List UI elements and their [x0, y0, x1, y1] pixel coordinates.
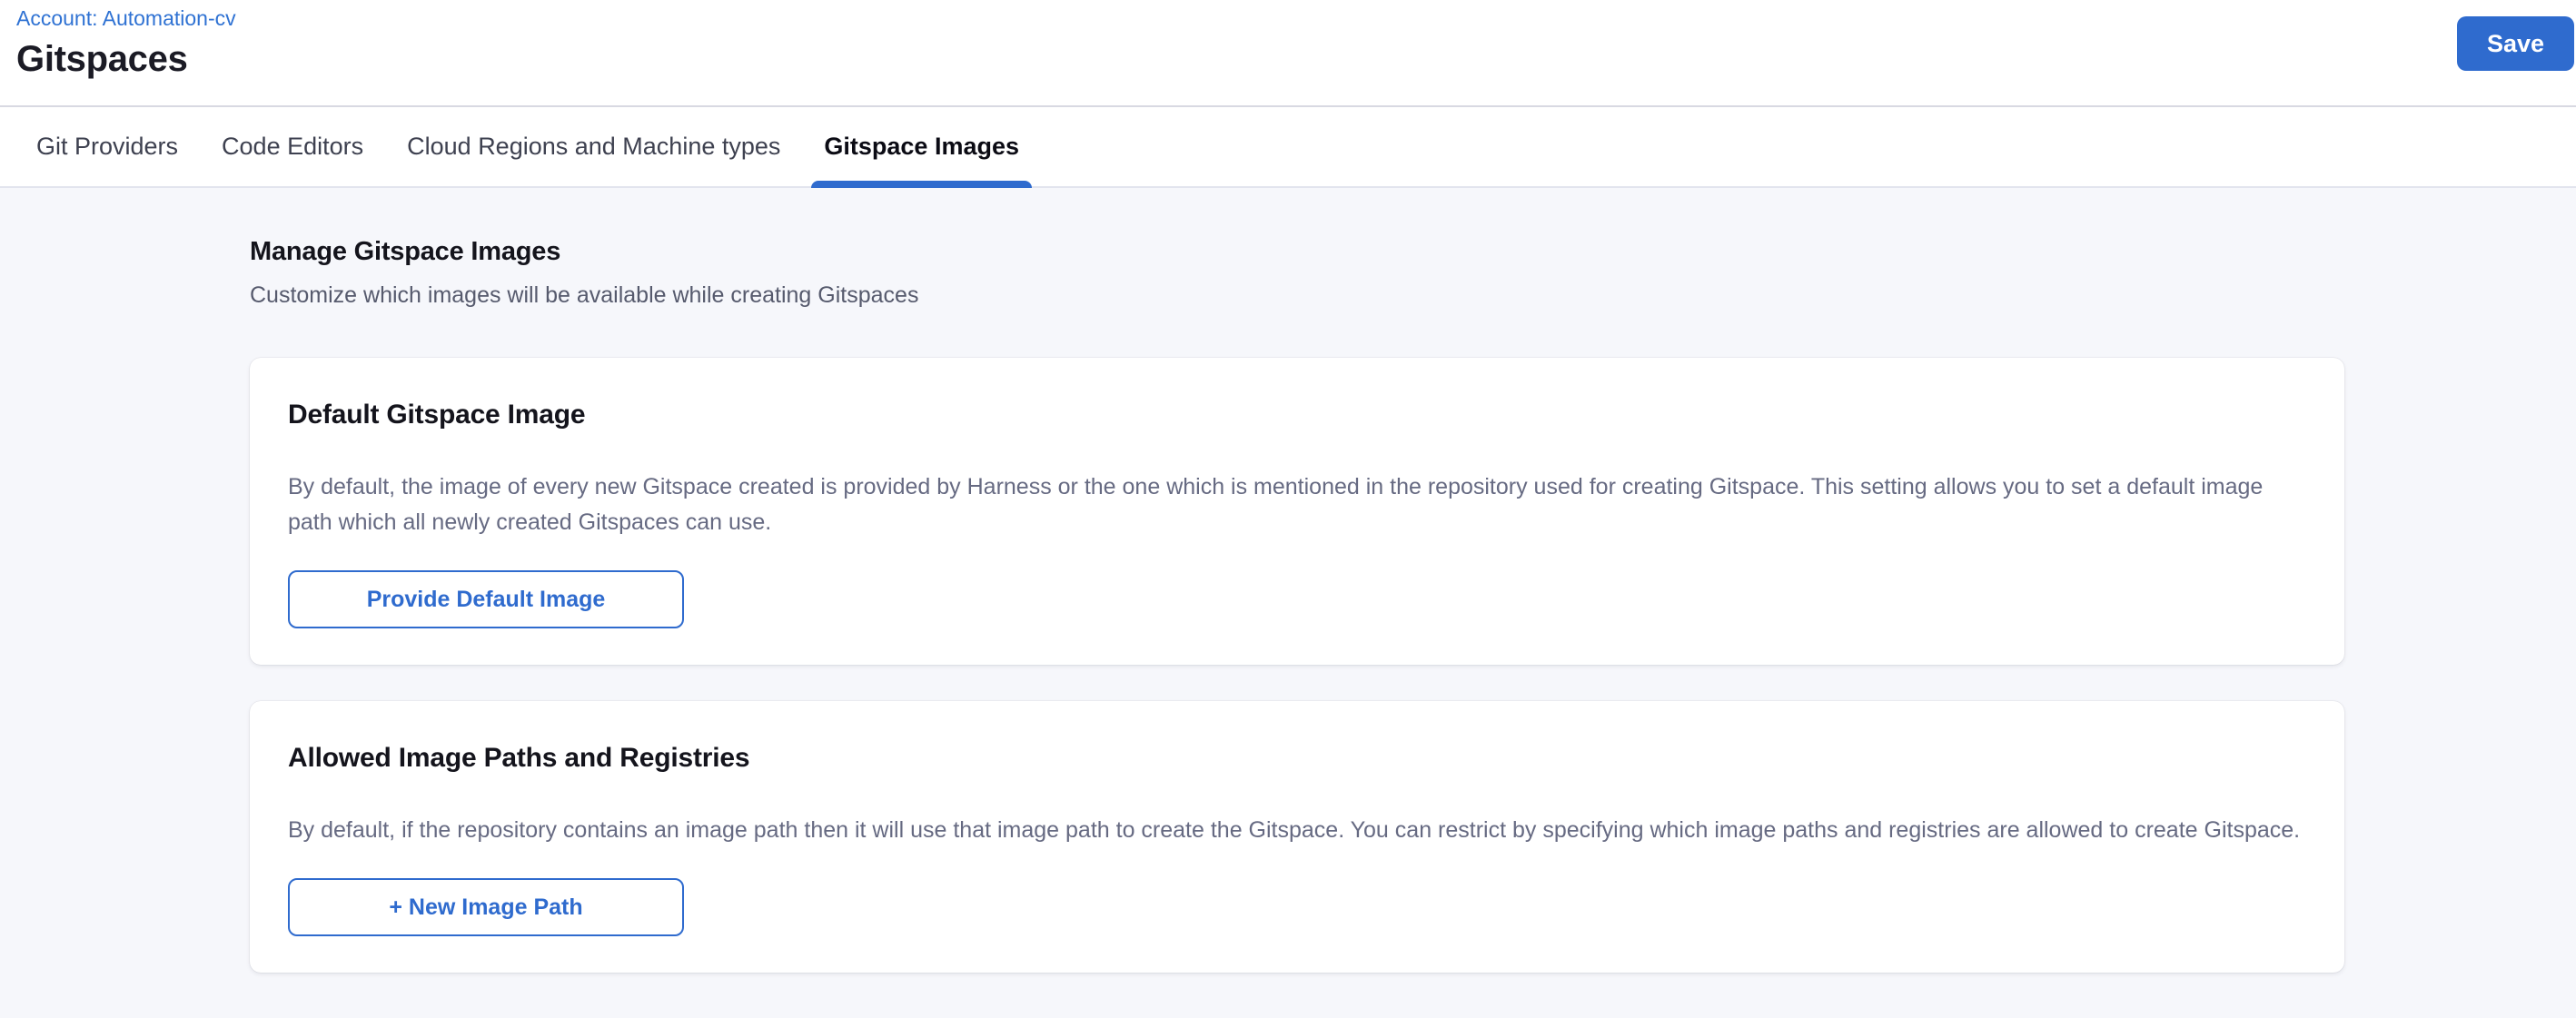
- tab-code-editors[interactable]: Code Editors: [209, 107, 376, 186]
- page-header: Account: Automation-cv Gitspaces Save: [0, 0, 2576, 105]
- settings-tab-bar: Git Providers Code Editors Cloud Regions…: [0, 105, 2576, 188]
- provide-default-image-button[interactable]: Provide Default Image: [288, 570, 684, 628]
- gitspace-images-panel: Manage Gitspace Images Customize which i…: [0, 188, 2576, 1018]
- default-image-card-title: Default Gitspace Image: [288, 400, 2306, 430]
- account-breadcrumb-link[interactable]: Account: Automation-cv: [16, 6, 236, 31]
- default-image-card-description: By default, the image of every new Gitsp…: [288, 469, 2306, 540]
- allowed-image-paths-card: Allowed Image Paths and Registries By de…: [250, 701, 2344, 973]
- page-title: Gitspaces: [16, 39, 2576, 80]
- tab-gitspace-images[interactable]: Gitspace Images: [811, 107, 1032, 186]
- new-image-path-button[interactable]: + New Image Path: [288, 878, 684, 936]
- tab-git-providers[interactable]: Git Providers: [24, 107, 191, 186]
- tab-cloud-regions-machine-types[interactable]: Cloud Regions and Machine types: [394, 107, 793, 186]
- allowed-paths-card-title: Allowed Image Paths and Registries: [288, 743, 2306, 774]
- section-subtitle: Customize which images will be available…: [250, 282, 2576, 309]
- allowed-paths-card-description: By default, if the repository contains a…: [288, 813, 2306, 848]
- default-gitspace-image-card: Default Gitspace Image By default, the i…: [250, 358, 2344, 665]
- section-title: Manage Gitspace Images: [250, 237, 2576, 267]
- save-button[interactable]: Save: [2457, 16, 2574, 71]
